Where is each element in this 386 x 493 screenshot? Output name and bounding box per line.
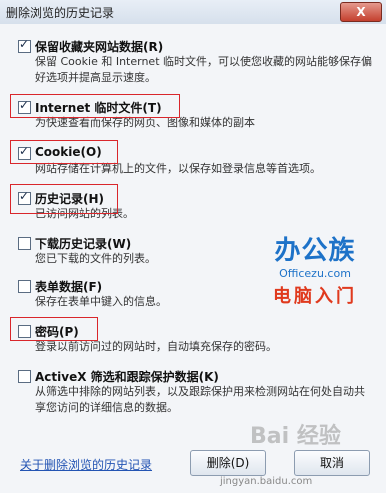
checkbox-activex-data[interactable] [18,370,31,383]
option-desc: 从筛选中排除的网站列表，以及跟踪保护用来检测网站在何处自动共享您访问的详细信息的… [35,385,365,414]
title-bar: 删除浏览的历史记录 X [0,0,386,24]
highlight-box [10,140,118,164]
checkbox-download-history[interactable] [18,237,31,250]
baidu-watermark: Bai 经验 [250,424,341,449]
watermark-logo: 办公族 Officezu.com 电脑入门 [260,230,370,308]
about-delete-history-link[interactable]: 关于删除浏览的历史记录 [20,456,152,473]
option-title: ActiveX 筛选和跟踪保护数据(K) [35,370,219,384]
close-button[interactable]: X [340,2,382,22]
window-title: 删除浏览的历史记录 [6,6,115,20]
highlight-box [10,317,98,341]
watermark-brand: 办公族 [274,236,356,266]
option-desc: 登录以前访问过的网站时，自动填充保存的密码。 [35,340,277,353]
highlight-box [10,94,180,118]
option-title: 表单数据(F) [35,280,103,294]
cancel-button[interactable]: 取消 [294,450,370,476]
checkbox-preserve-favorites[interactable] [18,37,31,53]
checkbox-form-data[interactable] [18,280,31,293]
watermark-subtitle: 电脑入门 [273,286,357,307]
bottom-watermark-text: jingyan.baidu.com [220,476,313,487]
option-title: 保留收藏夹网站数据(R) [35,40,164,54]
delete-button[interactable]: 删除(D) [190,450,266,476]
watermark-url: Officezu.com [279,267,351,280]
highlight-box [10,184,118,214]
option-desc: 保留 Cookie 和 Internet 临时文件，可以使您收藏的网站能够保存偏… [35,55,372,84]
option-title: 下载历史记录(W) [35,237,132,251]
